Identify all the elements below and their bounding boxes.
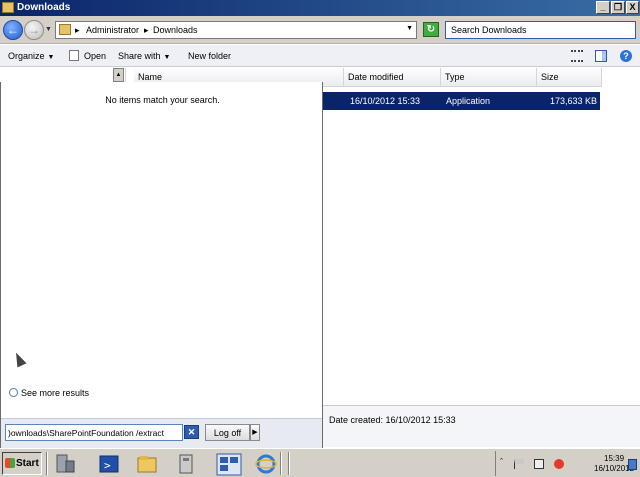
- refresh-button[interactable]: ↻: [423, 22, 439, 37]
- minimize-button[interactable]: _: [596, 1, 610, 14]
- shutdown-options-arrow[interactable]: ▶: [250, 424, 260, 441]
- powershell-icon[interactable]: >: [98, 453, 120, 475]
- share-with-button[interactable]: Share with ▼: [118, 51, 170, 61]
- action-center-flag-icon[interactable]: [514, 459, 524, 469]
- organize-button[interactable]: Organize ▼: [8, 51, 54, 61]
- breadcrumb-downloads[interactable]: Downloads: [153, 25, 198, 35]
- recent-pages-dropdown[interactable]: ▼: [45, 26, 52, 33]
- no-results-message: No items match your search.: [105, 95, 220, 105]
- command-prompt-icon[interactable]: [216, 453, 242, 476]
- taskbar: Start > ˆ 15:39 16/10/2012: [0, 448, 640, 477]
- column-header-type[interactable]: Type: [441, 68, 537, 87]
- start-menu: No items match your search. See more res…: [0, 82, 323, 448]
- file-type: Application: [446, 96, 491, 106]
- folder-icon: [59, 24, 71, 35]
- help-icon[interactable]: ?: [620, 50, 632, 62]
- start-button[interactable]: Start: [2, 452, 42, 475]
- back-button[interactable]: ←: [3, 20, 23, 40]
- breadcrumb-administrator[interactable]: Administrator: [86, 25, 139, 35]
- chevron-right-icon[interactable]: ▸: [144, 25, 149, 36]
- open-button[interactable]: Open: [84, 51, 106, 61]
- view-controls: ?: [561, 50, 632, 62]
- window-title: Downloads: [17, 2, 71, 13]
- start-search-bar: )ownloads\SharePointFoundation /extract …: [1, 418, 322, 448]
- chevron-up-icon[interactable]: ˆ: [500, 457, 510, 467]
- internet-explorer-icon[interactable]: [255, 453, 277, 475]
- maximize-button[interactable]: ❐: [611, 1, 625, 14]
- tools-icon[interactable]: [175, 453, 197, 475]
- chevron-right-icon[interactable]: ▸: [75, 25, 80, 36]
- explorer-folder-icon[interactable]: [136, 453, 158, 475]
- see-more-label: See more results: [21, 388, 90, 398]
- svg-text:>: >: [104, 459, 111, 472]
- taskbar-separator: [280, 452, 282, 475]
- forward-button[interactable]: →: [24, 20, 44, 40]
- forward-arrow-icon: →: [28, 23, 40, 37]
- folder-icon: [2, 2, 14, 13]
- see-more-results-link[interactable]: See more results: [9, 388, 89, 398]
- taskbar-separator: [46, 452, 48, 475]
- file-size: 173,633 KB: [549, 96, 597, 106]
- server-manager-icon[interactable]: [54, 453, 76, 475]
- address-bar[interactable]: ▸ Administrator ▸ Downloads ▼: [55, 21, 417, 39]
- speaker-muted-icon[interactable]: [554, 459, 564, 469]
- search-input[interactable]: Search Downloads: [445, 21, 636, 39]
- open-icon: [69, 50, 79, 61]
- window-titlebar: Downloads _ ❐ X: [0, 0, 640, 16]
- windows-logo-icon: [5, 458, 15, 468]
- share-with-label: Share with: [118, 51, 161, 61]
- clear-search-button[interactable]: ✕: [184, 425, 199, 439]
- close-button[interactable]: X: [626, 1, 639, 14]
- log-off-button[interactable]: Log off: [205, 424, 250, 441]
- scroll-up-icon[interactable]: ▲: [113, 68, 124, 82]
- start-label: Start: [16, 458, 39, 469]
- address-row: ← → ▼ ▸ Administrator ▸ Downloads ▼ ↻ Se…: [0, 16, 640, 44]
- new-folder-button[interactable]: New folder: [188, 51, 231, 61]
- chevron-down-icon: ▼: [163, 54, 171, 61]
- view-options-icon[interactable]: [570, 50, 583, 62]
- system-tray: ˆ 15:39 16/10/2012: [495, 451, 640, 476]
- date-created: Date created: 16/10/2012 15:33: [329, 415, 456, 425]
- address-dropdown-icon[interactable]: ▼: [406, 25, 413, 32]
- network-icon[interactable]: [534, 459, 544, 469]
- search-icon: [9, 388, 18, 397]
- organize-label: Organize: [8, 51, 45, 61]
- taskbar-separator: [288, 452, 290, 475]
- column-header-date-modified[interactable]: Date modified: [344, 68, 441, 87]
- preview-pane-icon[interactable]: [595, 50, 608, 62]
- start-search-input[interactable]: )ownloads\SharePointFoundation /extract: [5, 424, 183, 441]
- file-date-modified: 16/10/2012 15:33: [350, 96, 421, 106]
- column-header-size[interactable]: Size: [537, 68, 602, 87]
- show-desktop-icon[interactable]: [628, 459, 637, 470]
- mouse-cursor-icon: [11, 350, 27, 368]
- back-arrow-icon: ←: [7, 23, 19, 37]
- command-bar: Organize ▼ Open Share with ▼ New folder ?: [0, 45, 640, 67]
- details-pane: Date created: 16/10/2012 15:33: [322, 405, 640, 447]
- file-row[interactable]: 16/10/2012 15:33 Application 173,633 KB: [322, 92, 600, 110]
- chevron-down-icon: ▼: [47, 54, 55, 61]
